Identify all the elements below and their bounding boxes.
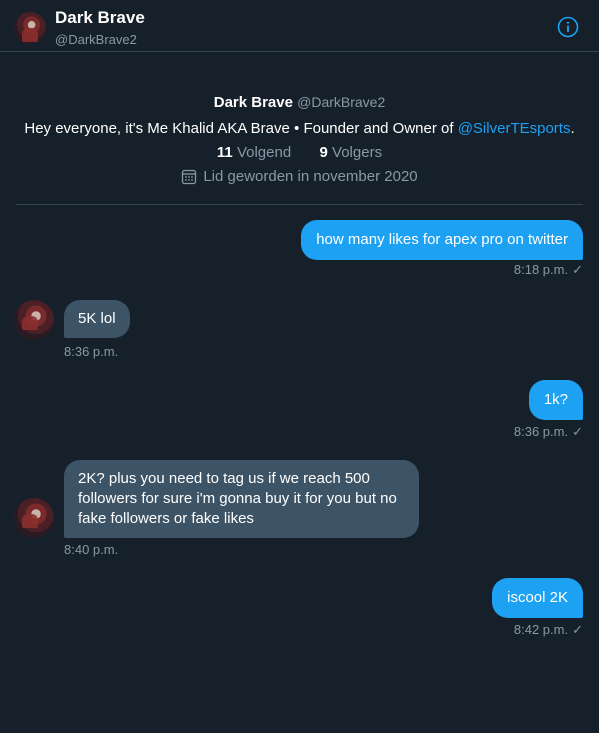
message-timestamp: 8:18 p.m. ✓ [514, 262, 583, 278]
message-text: 2K? plus you need to tag us if we reach … [78, 470, 397, 527]
joined-text: Lid geworden in november 2020 [203, 168, 418, 185]
avatar[interactable] [14, 12, 46, 44]
bio-text: Hey everyone, it's Me Khalid AKA Brave •… [24, 120, 458, 137]
profile-name-line: Dark Brave @DarkBrave2 [0, 92, 599, 113]
message-text: 5K lol [78, 310, 116, 327]
avatar[interactable] [14, 300, 54, 340]
profile-summary: Dark Brave @DarkBrave2 Hey everyone, it'… [0, 92, 599, 187]
profile-bio: Hey everyone, it's Me Khalid AKA Brave •… [0, 119, 599, 139]
message-text: iscool 2K [507, 589, 568, 606]
conversation-header: Dark Brave @DarkBrave2 [0, 0, 599, 52]
timestamp-text: 8:40 p.m. [64, 542, 119, 557]
message-text: how many likes for apex pro on twitter [316, 231, 568, 248]
followers-count: 9 [319, 144, 328, 161]
profile-name[interactable]: Dark Brave [214, 94, 293, 111]
message-timestamp: 8:36 p.m. [64, 344, 118, 359]
message-incoming[interactable]: 5K lol [64, 300, 130, 338]
timestamp-text: 8:42 p.m. [513, 622, 569, 637]
avatar[interactable] [14, 498, 54, 538]
calendar-icon [182, 169, 197, 185]
sent-check-icon: ✓ [572, 424, 583, 439]
header-name[interactable]: Dark Brave [55, 8, 145, 28]
timestamp-text: 8:36 p.m. [513, 424, 569, 439]
joined-date: Lid geworden in november 2020 [0, 167, 599, 187]
message-timestamp: 8:36 p.m. ✓ [514, 424, 583, 440]
info-icon[interactable] [557, 16, 579, 38]
profile-handle[interactable]: @DarkBrave2 [297, 94, 385, 110]
message-timestamp: 8:42 p.m. ✓ [514, 622, 583, 638]
sent-check-icon: ✓ [572, 262, 583, 277]
message-outgoing[interactable]: how many likes for apex pro on twitter [301, 220, 583, 260]
message-text: 1k? [543, 391, 568, 408]
profile-stats: 11 Volgend 9 Volgers [0, 143, 599, 163]
sent-check-icon: ✓ [572, 622, 583, 637]
divider [16, 204, 583, 205]
bio-suffix: . [570, 120, 575, 137]
followers-label: Volgers [332, 144, 383, 161]
message-incoming[interactable]: 2K? plus you need to tag us if we reach … [64, 460, 419, 538]
timestamp-text: 8:36 p.m. [64, 344, 119, 359]
message-timestamp: 8:40 p.m. [64, 542, 118, 557]
followers-stat[interactable]: 9 Volgers [320, 144, 383, 161]
following-label: Volgend [236, 144, 292, 161]
header-handle: @DarkBrave2 [55, 32, 137, 47]
following-count: 11 [216, 144, 233, 161]
message-outgoing[interactable]: iscool 2K [492, 578, 583, 618]
timestamp-text: 8:18 p.m. [513, 262, 569, 277]
bio-mention-link[interactable]: @SilverTEsports [458, 120, 571, 137]
following-stat[interactable]: 11 Volgend [217, 144, 291, 161]
message-outgoing[interactable]: 1k? [528, 380, 583, 420]
